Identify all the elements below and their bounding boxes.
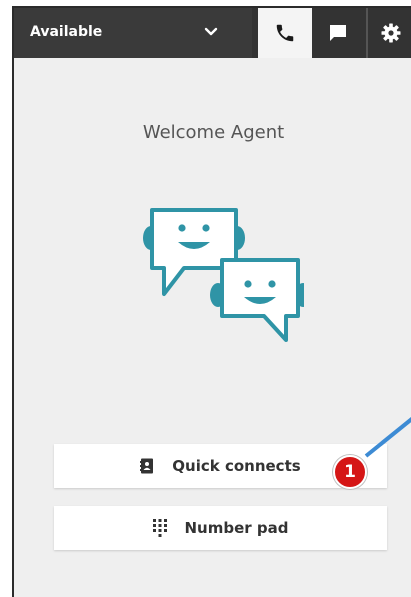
callout-pointer-line <box>364 417 411 458</box>
ccp-panel: Available Welcome Agent Quick connects N… <box>12 6 411 597</box>
